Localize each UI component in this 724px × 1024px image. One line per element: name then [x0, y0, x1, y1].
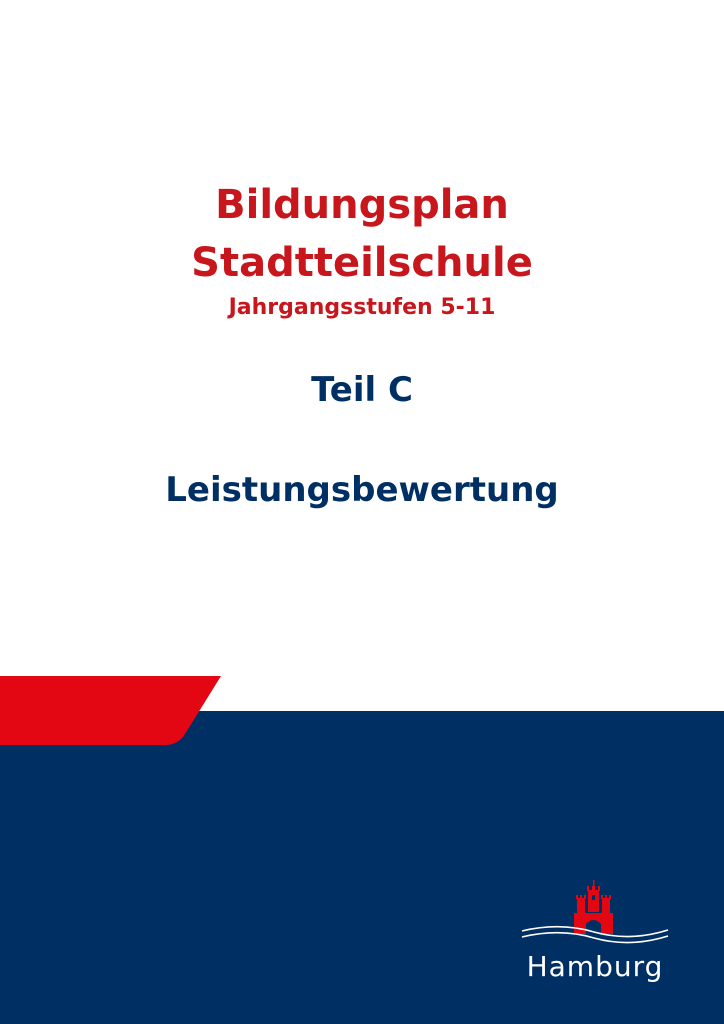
cover-band-graphic	[0, 676, 724, 1024]
hamburg-wordmark: Hamburg	[526, 950, 664, 983]
